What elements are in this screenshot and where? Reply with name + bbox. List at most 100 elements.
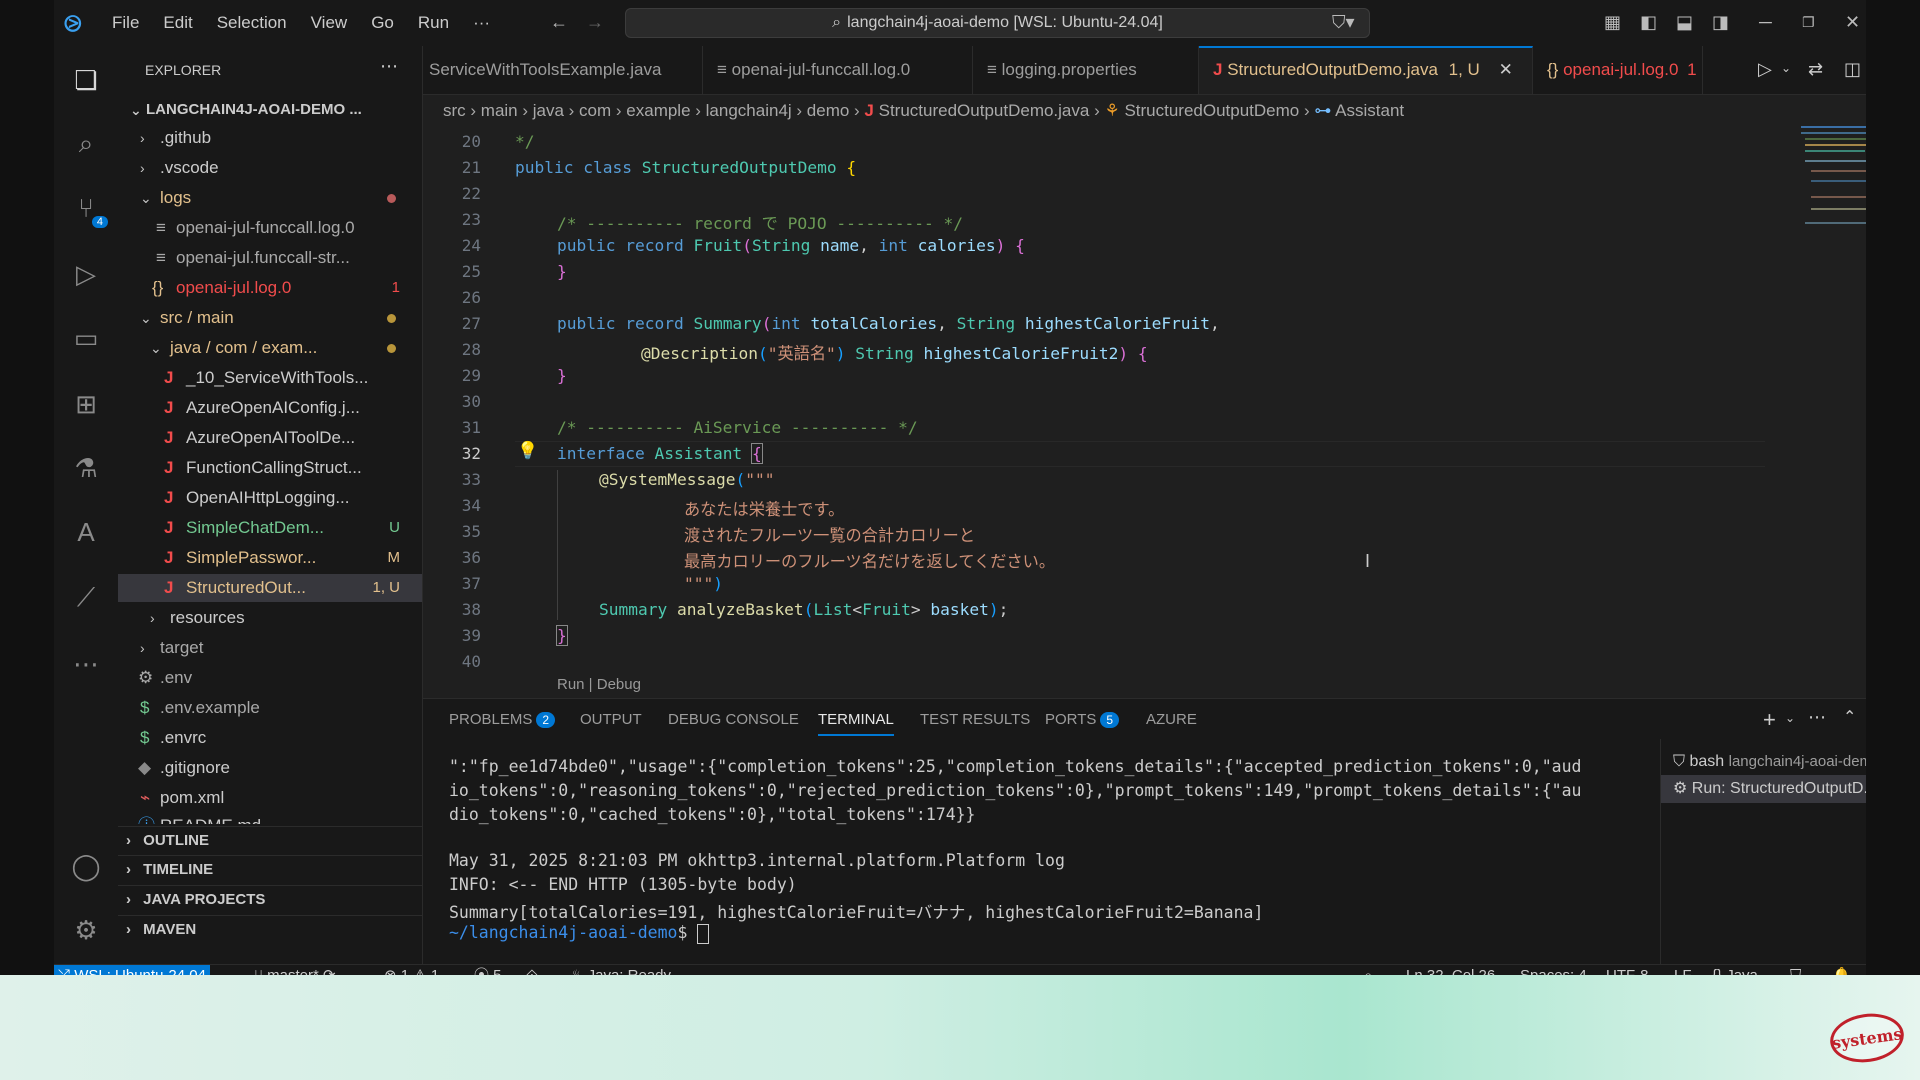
breadcrumb-item[interactable]: java (533, 101, 564, 120)
minimize-icon[interactable]: ─ (1759, 12, 1772, 33)
tree-item-java-file[interactable]: J SimplePasswor... M (118, 544, 422, 572)
section-java-projects[interactable]: › JAVA PROJECTS (118, 885, 422, 914)
section-outline[interactable]: › OUTLINE (118, 826, 422, 855)
breadcrumb-item[interactable]: langchain4j (706, 101, 792, 120)
tree-item-src-main[interactable]: ⌄ src / main (118, 304, 422, 332)
menu-go[interactable]: Go (371, 13, 394, 33)
encoding[interactable]: UTF-8 (1606, 965, 1649, 975)
close-window-icon[interactable]: ✕ (1845, 12, 1860, 33)
breadcrumb-item[interactable]: src (443, 101, 466, 120)
codelens-run-debug[interactable]: Run | Debug (557, 676, 641, 693)
command-center-search[interactable]: ⌕ langchain4j-aoai-demo [WSL: Ubuntu-24.… (625, 8, 1370, 38)
tree-item-java-file[interactable]: J SimpleChatDem... U (118, 514, 422, 542)
terminal-item-bash[interactable]: ⛉ bash langchain4j-aoai-demo (1673, 753, 1866, 771)
section-timeline[interactable]: › TIMELINE (118, 855, 422, 884)
panel-tab-terminal[interactable]: TERMINAL (818, 711, 894, 736)
toggle-secondary-sidebar-icon[interactable]: ◨ (1712, 12, 1729, 33)
tree-item-java-file[interactable]: J AzureOpenAIConfig.j... (118, 394, 422, 422)
run-play-icon[interactable]: ▷ (1758, 59, 1772, 80)
source-control-icon[interactable]: ⑂ 4 (68, 190, 108, 228)
tree-item-logs[interactable]: ⌄ logs (118, 184, 422, 212)
testing-icon[interactable]: ⚗ (68, 450, 104, 486)
tree-item-target[interactable]: › target (118, 634, 422, 662)
minimap[interactable] (1801, 126, 1866, 698)
tree-item-java-package[interactable]: ⌄ java / com / exam... (118, 334, 422, 362)
tree-item-java-file[interactable]: J _10_ServiceWithTools... (118, 364, 422, 392)
tree-item-vscode[interactable]: › .vscode (118, 154, 422, 182)
tree-item-github[interactable]: › .github (118, 124, 422, 152)
breadcrumb-item[interactable]: example (626, 101, 690, 120)
panel-more-icon[interactable]: ⋯ (1808, 707, 1826, 728)
tab-service-with-tools[interactable]: ServiceWithToolsExample.java (423, 46, 703, 94)
java-icon[interactable]: ⟋ (68, 580, 104, 616)
more-views-icon[interactable]: ⋯ (68, 646, 104, 682)
tab-funccall-log[interactable]: ≡ openai-jul-funccall.log.0 (703, 46, 973, 94)
toggle-panel-icon[interactable]: ⬓ (1676, 12, 1693, 33)
tab-structured-output-demo[interactable]: J StructuredOutputDemo.java 1, U ✕ (1199, 46, 1533, 94)
close-tab-icon[interactable]: ✕ (1499, 60, 1513, 79)
search-view-icon[interactable]: ⌕ (68, 126, 104, 162)
terminal-output[interactable]: ":"fp_ee1d74bde0","usage":{"completion_t… (423, 739, 1660, 965)
code-editor[interactable]: 20 21 22 23 24 25 26 27 28 29 30 31 32 33 34 35 36 37 38 39… (423, 126, 1866, 698)
terminal-item-run[interactable]: ⚙ Run: StructuredOutputD... (1661, 775, 1866, 803)
remote-explorer-icon[interactable]: ▭ (68, 320, 104, 356)
breadcrumb-item[interactable]: main (481, 101, 518, 120)
tab-openai-jul-log[interactable]: {} openai-jul.log.0 1 (1533, 46, 1703, 94)
end-of-line[interactable]: LF (1674, 965, 1692, 975)
breadcrumb-item[interactable]: com (579, 101, 611, 120)
explorer-more-icon[interactable]: ⋯ (380, 56, 398, 77)
cursor-position[interactable]: Ln 32, Col 26 (1406, 965, 1495, 975)
language-mode[interactable]: {} Java (1712, 965, 1758, 975)
extensions-icon[interactable]: ⊞ (68, 386, 104, 422)
panel-tab-azure[interactable]: AZURE (1146, 711, 1197, 728)
ports-indicator[interactable]: ⦿ 5 (474, 965, 502, 975)
terminal-prompt[interactable]: ~/langchain4j-aoai-demo$ (449, 923, 710, 944)
compare-changes-icon[interactable]: ⇄ (1808, 59, 1823, 80)
new-terminal-plus-icon[interactable]: + (1763, 707, 1776, 733)
section-maven[interactable]: › MAVEN (118, 915, 422, 944)
tree-item-log-file[interactable]: {} openai-jul.log.0 1 (118, 274, 422, 302)
panel-tab-problems[interactable]: PROBLEMS 2 (449, 711, 556, 728)
menu-selection[interactable]: Selection (217, 13, 287, 33)
tree-item-readme[interactable]: ⓘ README.md (118, 812, 422, 824)
menu-run[interactable]: Run (418, 13, 449, 33)
azure-icon[interactable]: A (68, 514, 104, 550)
menu-edit[interactable]: Edit (163, 13, 192, 33)
tree-item-envrc[interactable]: $ .envrc (118, 724, 422, 752)
menu-file[interactable]: File (112, 13, 139, 33)
terminal-dropdown-icon[interactable]: ⌄ (1785, 711, 1795, 725)
panel-tab-ports[interactable]: PORTS 5 (1045, 711, 1120, 728)
breadcrumb-item[interactable]: Assistant (1335, 101, 1404, 120)
java-status[interactable]: ♨ Java: Ready (570, 965, 671, 975)
copilot-icon[interactable]: ⛉▾ (1332, 12, 1355, 33)
tree-item-resources[interactable]: › resources (118, 604, 422, 632)
panel-tab-test-results[interactable]: TEST RESULTS (920, 711, 1030, 728)
explorer-icon[interactable]: ❏ (68, 62, 104, 98)
panel-tab-output[interactable]: OUTPUT (580, 711, 642, 728)
notifications-bell-icon[interactable]: 🔔 (1832, 965, 1851, 975)
breadcrumb-item[interactable]: StructuredOutputDemo.java (879, 101, 1090, 120)
workspace-root[interactable]: ⌄ LANGCHAIN4J-AOAI-DEMO ... (118, 96, 422, 124)
tree-item-java-file[interactable]: J OpenAIHttpLogging... (118, 484, 422, 512)
lightbulb-icon[interactable]: 💡 (517, 441, 538, 461)
breadcrumb-item[interactable]: demo (807, 101, 850, 120)
branch-indicator[interactable]: ⑂ master* ⟳ (254, 965, 336, 975)
accounts-icon[interactable]: ◯ (68, 848, 104, 884)
split-editor-icon[interactable]: ◫ (1844, 59, 1861, 80)
run-dropdown-icon[interactable]: ⌄ (1781, 61, 1791, 75)
breadcrumb-item[interactable]: StructuredOutputDemo (1124, 101, 1299, 120)
indentation[interactable]: Spaces: 4 (1520, 965, 1587, 975)
problems-indicator[interactable]: ⊗ 1 ⚠ 1 (384, 965, 439, 975)
run-icon[interactable]: ⟐ (526, 965, 538, 975)
tree-item-java-file-selected[interactable]: J StructuredOut... 1, U (118, 574, 422, 602)
panel-tab-debug-console[interactable]: DEBUG CONSOLE (668, 711, 799, 728)
settings-gear-icon[interactable]: ⚙ (68, 912, 104, 948)
tree-item-log-file[interactable]: ≡ openai-jul.funccall-str... (118, 244, 422, 272)
tree-item-env-example[interactable]: $ .env.example (118, 694, 422, 722)
tree-item-gitignore[interactable]: ◆ .gitignore (118, 754, 422, 782)
restore-icon[interactable]: ❐ (1802, 14, 1815, 31)
menu-more[interactable]: ··· (473, 13, 490, 33)
forward-arrow-icon[interactable]: → (586, 12, 604, 33)
maximize-panel-icon[interactable]: ⌃ (1843, 707, 1856, 727)
tab-logging-properties[interactable]: ≡ logging.properties (973, 46, 1199, 94)
